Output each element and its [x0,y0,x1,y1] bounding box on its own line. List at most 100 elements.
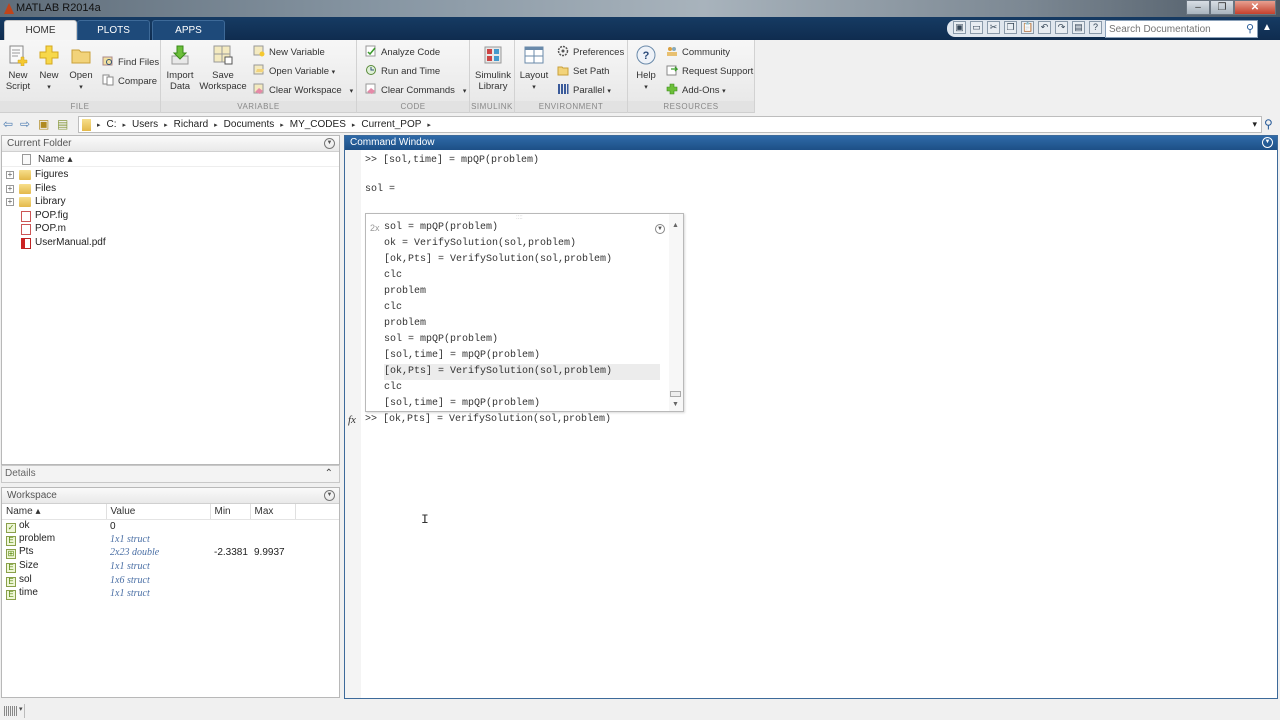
tab-apps[interactable]: APPS [152,20,225,40]
save-icon[interactable]: ▭ [970,21,983,34]
tab-home[interactable]: HOME [4,20,77,40]
workspace-row[interactable]: ✓ ok 0 [2,519,339,533]
history-item[interactable]: [sol,time] = mpQP(problem) [384,348,660,364]
import-data-button[interactable]: Import Data [165,44,195,92]
function-browser-icon[interactable]: fx [348,414,356,426]
expand-icon[interactable]: + [6,171,14,179]
history-item[interactable]: sol = mpQP(problem) [384,220,660,236]
paste-icon[interactable]: 📋 [1021,21,1034,34]
simulink-library-button[interactable]: Simulink Library [474,44,512,92]
details-panel[interactable]: Details ⌃ [1,465,340,483]
breadcrumb-current-pop[interactable]: Current_POP [361,119,421,130]
name-column-header[interactable]: Name ▴ [2,152,339,167]
help-button[interactable]: ? Help ▾ [634,44,658,93]
new-script-icon[interactable]: ▣ [953,21,966,34]
run-and-time-button[interactable]: Run and Time [365,64,440,78]
expand-icon[interactable]: + [6,198,14,206]
close-button[interactable]: ✕ [1234,0,1276,15]
compare-button[interactable]: Compare [102,74,157,88]
scroll-down-icon[interactable]: ▼ [672,401,679,408]
analyze-code-button[interactable]: Analyze Code [365,45,440,59]
workspace-row[interactable]: ⊞ Pts 2x23 double -2.3381 9.9937 [2,546,339,560]
request-support-button[interactable]: Request Support [666,64,753,78]
folder-item-figures[interactable]: + Figures [2,168,339,182]
breadcrumb-c[interactable]: C: [107,119,117,130]
preferences-button[interactable]: Preferences [557,45,624,59]
cut-icon[interactable]: ✂ [987,21,1000,34]
minimize-button[interactable]: – [1186,0,1210,15]
column-header-name[interactable]: Name ▴ [2,504,107,520]
search-documentation-input[interactable] [1106,21,1236,37]
file-item-usermanual-pdf[interactable]: UserManual.pdf [2,236,339,250]
history-item[interactable]: [sol,time] = mpQP(problem) [384,396,660,412]
panel-menu-icon[interactable]: ▼ [324,138,335,149]
command-window[interactable]: Command Window ▼ >> [sol,time] = mpQP(pr… [344,135,1278,699]
current-path-field[interactable]: ▸ C: ▸ Users ▸ Richard ▸ Documents ▸ MY_… [78,116,1262,133]
folder-item-library[interactable]: + Library [2,195,339,209]
open-button[interactable]: Open ▾ [69,44,93,93]
history-item[interactable]: sol = mpQP(problem) [384,332,660,348]
browse-folder-icon[interactable]: ▤ [57,117,71,131]
collapse-details-icon[interactable]: ⌃ [325,466,333,482]
up-folder-icon[interactable]: ▣ [38,117,52,131]
scroll-up-icon[interactable]: ▲ [672,222,679,229]
history-item[interactable]: problem [384,316,660,332]
save-workspace-button[interactable]: Save Workspace [199,44,247,92]
history-item[interactable]: clc [384,268,660,284]
layout-button[interactable]: Layout ▾ [519,44,549,93]
maximize-button[interactable]: ❐ [1210,0,1234,15]
column-header-value[interactable]: Value [106,504,211,520]
section-resources: ? Help ▾ Community Request Support Add-On… [628,40,755,113]
path-dropdown-icon[interactable]: ▾ [1252,119,1257,130]
forward-icon[interactable]: ⇨ [20,117,34,131]
new-script-button[interactable]: New Script [4,44,32,92]
history-item[interactable]: [ok,Pts] = VerifySolution(sol,problem) [384,252,660,268]
file-item-pop-m[interactable]: POP.m [2,222,339,236]
column-header-min[interactable]: Min [210,504,251,520]
new-variable-button[interactable]: New Variable [253,45,325,59]
history-item[interactable]: clc [384,300,660,316]
breadcrumb-users[interactable]: Users [132,119,158,130]
clear-workspace-button[interactable]: Clear Workspace ▾ [253,83,353,97]
search-folder-icon[interactable]: ⚲ [1264,117,1278,131]
help-icon[interactable]: ? [1089,21,1102,34]
workspace-row[interactable]: Eproblem 1x1 struct [2,533,339,547]
workspace-row[interactable]: Esol 1x6 struct [2,573,339,587]
history-item[interactable]: problem [384,284,660,300]
add-ons-button[interactable]: Add-Ons ▾ [666,83,726,97]
history-item[interactable]: clc [384,380,660,396]
status-bar-grip-icon[interactable] [4,706,18,716]
file-item-pop-fig[interactable]: POP.fig [2,209,339,223]
new-button[interactable]: New ▾ [37,44,61,93]
panel-menu-icon[interactable]: ▼ [324,490,335,501]
command-input-line[interactable]: >> [ok,Pts] = VerifySolution(sol,problem… [365,414,611,425]
folder-item-files[interactable]: + Files [2,182,339,196]
tab-plots[interactable]: PLOTS [77,20,150,40]
switch-windows-icon[interactable]: ▤ [1072,21,1085,34]
redo-icon[interactable]: ↷ [1055,21,1068,34]
set-path-button[interactable]: Set Path [557,64,609,78]
undo-icon[interactable]: ↶ [1038,21,1051,34]
clear-commands-button[interactable]: Clear Commands ▾ [365,83,466,97]
status-bar-dropdown-icon[interactable]: ▾ [19,705,23,713]
back-icon[interactable]: ⇦ [3,117,17,131]
search-icon[interactable]: ⚲ [1246,22,1254,35]
breadcrumb-documents[interactable]: Documents [224,119,275,130]
parallel-button[interactable]: Parallel ▾ [557,83,611,97]
copy-icon[interactable]: ❐ [1004,21,1017,34]
expand-icon[interactable]: + [6,184,14,193]
column-header-max[interactable]: Max [250,504,296,520]
scroll-thumb[interactable] [670,391,681,397]
find-files-button[interactable]: Find Files [102,55,159,69]
breadcrumb-richard[interactable]: Richard [174,119,208,130]
collapse-ribbon-icon[interactable]: ▲ [1262,22,1272,33]
breadcrumb-my-codes[interactable]: MY_CODES [290,119,346,130]
workspace-row[interactable]: Etime 1x1 struct [2,587,339,601]
history-item-selected[interactable]: [ok,Pts] = VerifySolution(sol,problem) [384,364,660,380]
history-item[interactable]: ok = VerifySolution(sol,problem) [384,236,660,252]
panel-menu-icon[interactable]: ▼ [1262,137,1273,148]
workspace-row[interactable]: E Size 1x1 struct [2,560,339,574]
community-button[interactable]: Community [666,45,730,59]
history-scrollbar[interactable]: ▲ ▼ [669,214,683,411]
open-variable-button[interactable]: Open Variable ▾ [253,64,335,78]
